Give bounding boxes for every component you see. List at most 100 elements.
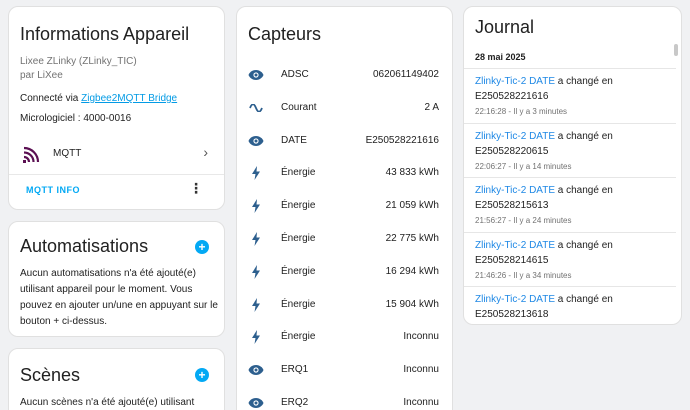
- logbook-entry[interactable]: Zlinky-Tic-2 DATE a changé en E2505282146…: [464, 231, 676, 286]
- bridge-link[interactable]: Zigbee2MQTT Bridge: [81, 93, 177, 104]
- logbook-action: a changé en: [555, 76, 613, 87]
- sensor-value: E250528221616: [365, 134, 439, 146]
- sine-wave-icon: [248, 100, 264, 116]
- logbook-card: Journal 28 mai 2025 Zlinky-Tic-2 DATE a …: [463, 6, 682, 325]
- lightning-icon: [248, 297, 264, 313]
- sensor-row[interactable]: Courant 2 A: [237, 98, 452, 118]
- logbook-entity-link[interactable]: Zlinky-Tic-2 DATE: [475, 294, 555, 305]
- chevron-right-icon: ›: [203, 144, 208, 160]
- logbook-entity-link[interactable]: Zlinky-Tic-2 DATE: [475, 240, 555, 251]
- sensor-name: ERQ2: [281, 397, 309, 408]
- sensor-value: 062061149402: [373, 69, 439, 80]
- device-manufacturer: par LiXee: [20, 70, 63, 81]
- mqtt-integration-row[interactable]: MQTT ›: [9, 140, 224, 168]
- sensor-value: Inconnu: [403, 364, 439, 376]
- mqtt-info-button[interactable]: MQTT INFO: [26, 185, 80, 195]
- mqtt-logo-icon: [23, 145, 41, 163]
- sensor-row[interactable]: Énergie 43 833 kWh: [237, 163, 452, 183]
- eye-icon: [248, 133, 264, 149]
- sensors-card: Capteurs ADSC 062061149402 Courant 2 A DATE E…: [236, 6, 453, 410]
- sensor-row[interactable]: Énergie 15 904 kWh: [237, 295, 452, 315]
- connected-via-label: Connecté via: [20, 93, 82, 104]
- logbook-value: E250528221616: [475, 91, 549, 102]
- sensor-value: 43 833 kWh: [385, 167, 439, 179]
- lightning-icon: [248, 198, 264, 214]
- sensor-row[interactable]: ADSC 062061149402: [237, 65, 452, 85]
- logbook-entity-link[interactable]: Zlinky-Tic-2 DATE: [475, 185, 555, 196]
- logbook-entry-title: Zlinky-Tic-2 DATE a changé en: [475, 76, 613, 87]
- sensor-row[interactable]: Énergie 22 775 kWh: [237, 229, 452, 249]
- sensor-name: Courant: [281, 101, 317, 113]
- logbook-entry[interactable]: Zlinky-Tic-2 DATE a changé en E2505282156…: [464, 177, 676, 231]
- sensor-value: 2 A: [424, 101, 439, 113]
- sensor-value: Inconnu: [403, 397, 439, 408]
- automations-title: Automatisations: [20, 236, 149, 256]
- sensor-value: Inconnu: [403, 331, 439, 343]
- sensor-row[interactable]: ERQ2 Inconnu: [237, 393, 452, 410]
- add-automation-button[interactable]: +: [195, 240, 209, 254]
- sensors-title: Capteurs: [248, 24, 322, 44]
- logbook-entity-link[interactable]: Zlinky-Tic-2 DATE: [475, 131, 555, 142]
- mqtt-label: MQTT: [53, 148, 82, 159]
- sensor-row[interactable]: DATE E250528221616: [237, 131, 452, 151]
- logbook-action: a changé en: [555, 185, 613, 196]
- lightning-icon: [248, 329, 264, 345]
- logbook-entity-link[interactable]: Zlinky-Tic-2 DATE: [475, 76, 555, 87]
- logbook-date: 28 mai 2025: [475, 52, 526, 62]
- lightning-icon: [248, 231, 264, 247]
- more-vert-icon[interactable]: ⋮: [189, 181, 203, 195]
- automations-card: Automatisations + Aucun automatisations …: [8, 221, 225, 337]
- eye-icon: [248, 362, 264, 378]
- sensor-value: 22 775 kWh: [385, 233, 439, 244]
- logbook-entry-title: Zlinky-Tic-2 DATE a changé en: [475, 131, 613, 142]
- sensor-name: ERQ1: [281, 364, 309, 376]
- logbook-action: a changé en: [555, 239, 613, 251]
- logbook-time: 21:46:26 - Il y a 34 minutes: [475, 270, 572, 280]
- scenes-title: Scènes: [20, 365, 81, 385]
- scenes-card: Scènes + Aucun scènes n'a été ajouté(e) …: [8, 348, 225, 410]
- logbook-list: Zlinky-Tic-2 DATE a changé en E2505282216…: [464, 68, 676, 323]
- sensor-name: ADSC: [281, 69, 309, 80]
- sensor-name: Énergie: [281, 200, 316, 212]
- lightning-icon: [248, 165, 264, 181]
- sensor-name: Énergie: [281, 233, 316, 244]
- device-info-card: Informations Appareil Lixee ZLinky (ZLin…: [8, 6, 225, 210]
- logbook-time: 22:06:27 - Il y a 14 minutes: [475, 161, 572, 171]
- automations-empty-text: Aucun automatisations n'a été ajouté(e) …: [20, 268, 218, 327]
- logbook-time: 22:16:28 - Il y a 3 minutes: [475, 107, 568, 116]
- scenes-empty-text: Aucun scènes n'a été ajouté(e) utilisant: [20, 397, 195, 408]
- add-scene-button[interactable]: +: [195, 368, 209, 382]
- eye-icon: [248, 395, 264, 410]
- logbook-entry[interactable]: Zlinky-Tic-2 DATE a changé en E2505282206…: [464, 122, 676, 177]
- sensor-value: 15 904 kWh: [385, 298, 439, 310]
- divider: [9, 174, 224, 175]
- sensor-name: Énergie: [281, 298, 316, 310]
- logbook-value: E250528213618: [475, 309, 549, 320]
- sensor-row[interactable]: ERQ1 Inconnu: [237, 360, 452, 380]
- logbook-action: a changé en: [555, 294, 613, 305]
- lightning-icon: [248, 264, 264, 280]
- logbook-time: 21:56:27 - Il y a 24 minutes: [475, 216, 572, 225]
- sensor-name: Énergie: [281, 265, 316, 277]
- device-info-title: Informations Appareil: [20, 24, 190, 44]
- logbook-action: a changé en: [555, 130, 613, 142]
- logbook-value: E250528214615: [475, 254, 549, 266]
- sensor-value: 21 059 kWh: [385, 200, 439, 212]
- logbook-entry[interactable]: Zlinky-Tic-2 DATE a changé en E2505282136…: [464, 286, 676, 323]
- sensor-row[interactable]: Énergie Inconnu: [237, 327, 452, 347]
- logbook-entry-title: Zlinky-Tic-2 DATE a changé en: [475, 240, 613, 251]
- logbook-entry-title: Zlinky-Tic-2 DATE a changé en: [475, 294, 613, 305]
- sensor-row[interactable]: Énergie 16 294 kWh: [237, 262, 452, 282]
- sensor-value: 16 294 kWh: [385, 265, 439, 277]
- scrollbar[interactable]: [674, 44, 678, 56]
- logbook-entry[interactable]: Zlinky-Tic-2 DATE a changé en E2505282216…: [464, 68, 676, 122]
- device-model: Lixee ZLinky (ZLinky_TIC): [20, 56, 137, 67]
- sensor-row[interactable]: Énergie 21 059 kWh: [237, 196, 452, 216]
- eye-icon: [248, 67, 264, 83]
- logbook-entry-title: Zlinky-Tic-2 DATE a changé en: [475, 185, 613, 196]
- logbook-value: E250528215613: [475, 200, 549, 211]
- sensor-name: DATE: [281, 134, 307, 146]
- logbook-value: E250528220615: [475, 145, 549, 157]
- logbook-title: Journal: [475, 17, 535, 37]
- sensor-name: Énergie: [281, 331, 316, 343]
